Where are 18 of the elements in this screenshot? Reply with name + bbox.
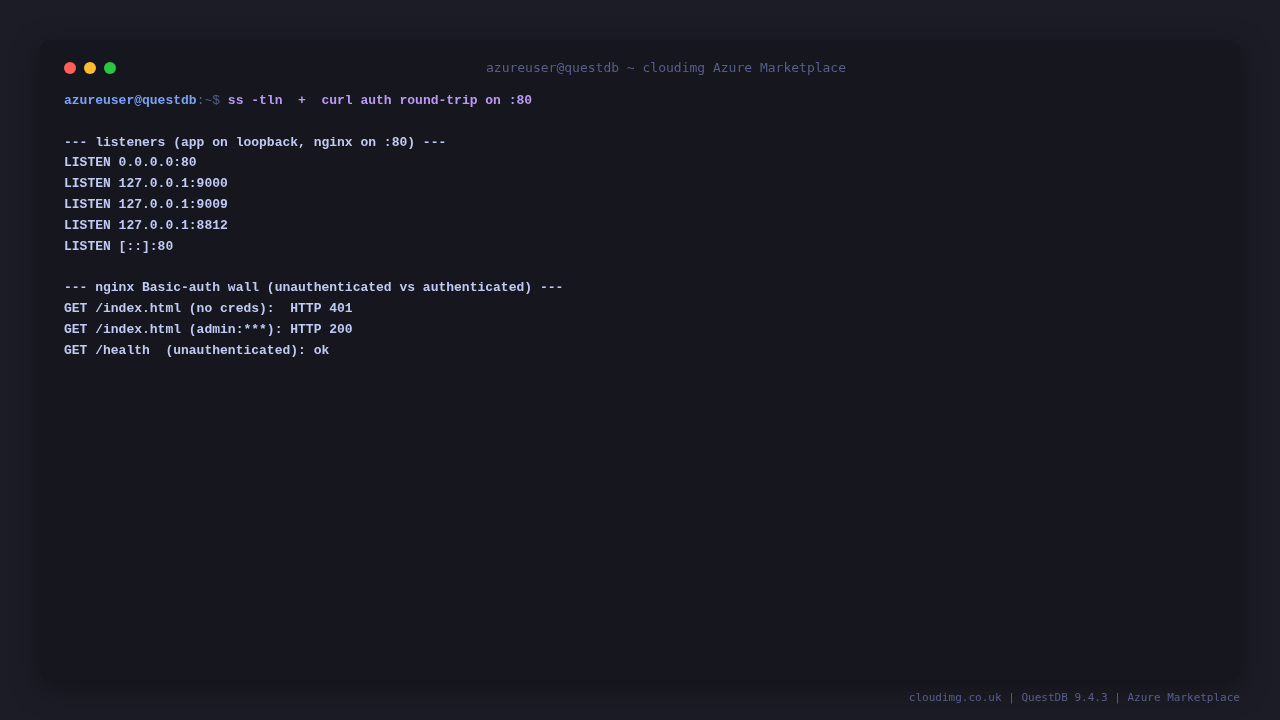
prompt-path: :~$ <box>196 92 221 110</box>
window-control-dot-icon[interactable] <box>64 62 76 74</box>
output-line: LISTEN 127.0.0.1:8812 <box>64 216 228 235</box>
section-heading: --- listeners (app on loopback, nginx on :80) --- <box>64 133 447 152</box>
output-line: GET /index.html (no creds): HTTP 401 <box>64 299 353 318</box>
output-line: LISTEN 127.0.0.1:9000 <box>64 175 228 194</box>
window-control-dot-icon[interactable] <box>84 62 96 74</box>
window-control-dot-icon[interactable] <box>104 62 116 74</box>
output-line: GET /health (unauthenticated): ok <box>64 341 330 360</box>
output-line: LISTEN [::]:80 <box>64 237 174 256</box>
section-heading: --- nginx Basic-auth wall (unauthenticated vs authenticated) --- <box>64 279 564 298</box>
window-title: azureuser@questdb ~ cloudimg Azure Marketplace <box>486 60 846 76</box>
output-line: LISTEN 0.0.0.0:80 <box>64 154 197 173</box>
output-line: LISTEN 127.0.0.1:9009 <box>64 196 228 214</box>
output-line: GET /index.html (admin:***): HTTP 200 <box>64 320 353 339</box>
prompt-user: azureuser@questdb <box>64 92 197 110</box>
footer-text: cloudimg.co.uk | QuestDB 9.4.3 | Azure Marketplace <box>908 691 1240 705</box>
command-text: ss -tln + curl auth round-trip on :80 <box>227 92 533 110</box>
